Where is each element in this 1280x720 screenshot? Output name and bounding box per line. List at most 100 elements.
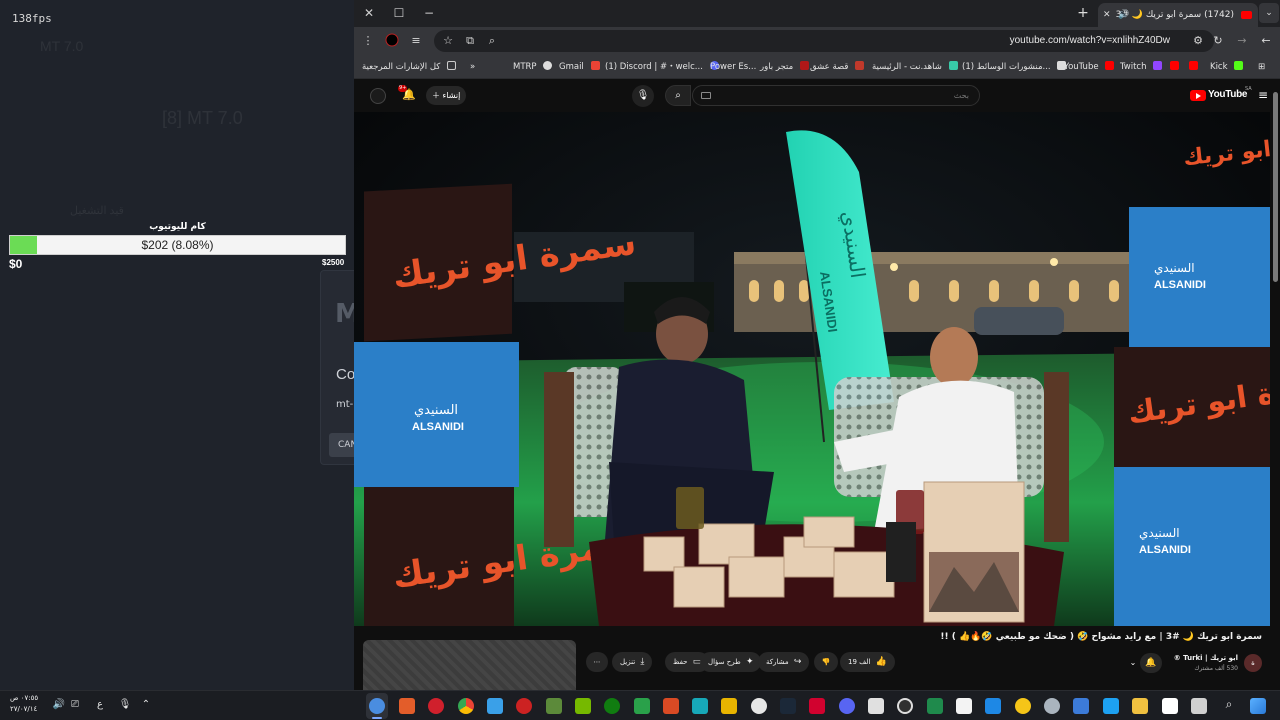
voice-search-icon[interactable]: 🎙 — [632, 85, 654, 107]
video-player[interactable]: سمرة ابو تريك سمرة ابو تريك السنيدي ALSA… — [354, 112, 1270, 626]
channel-name[interactable]: ابو تريك | Turki ® — [1174, 654, 1238, 662]
tray-overflow-chevron-icon[interactable]: ⌃ — [139, 698, 153, 712]
right-crate-stack: السنيدي ALSANIDI سمرة ابو تريك السنيدي A… — [1114, 207, 1270, 626]
reload-icon[interactable]: ↻ — [1210, 33, 1226, 49]
bookmark-gmail[interactable]: Gmail — [559, 55, 600, 79]
edge-taskbar-icon[interactable] — [1103, 698, 1119, 714]
file-taskbar-icon[interactable] — [956, 698, 972, 714]
nvidia-taskbar-icon[interactable] — [575, 698, 591, 714]
subscription-bell-button[interactable]: 🔔 — [1140, 653, 1162, 673]
game-launcher-taskbar-icon[interactable] — [663, 698, 679, 714]
bookmark-x-posts[interactable]: (1) منشورات الوسائط... — [962, 55, 1067, 79]
tab-list-button[interactable]: ⌄ — [1259, 3, 1279, 23]
zoom-icon[interactable]: ⌕ — [484, 33, 500, 49]
ask-button[interactable]: طرح سؤال ✦ — [700, 652, 762, 672]
network-icon[interactable]: ⎚ — [68, 698, 82, 712]
page-scrollbar[interactable] — [1273, 92, 1278, 282]
bookmark-youtube-red-1[interactable] — [1166, 55, 1179, 79]
bookmark-power-store[interactable]: متجر باور — [760, 55, 809, 79]
bookmark-qissat-ishq[interactable]: قصة عشق — [810, 55, 865, 79]
bookmark-discord[interactable]: (1) Discord | #・welc... — [605, 55, 719, 79]
thumbs-up-icon: 👍 — [875, 657, 887, 667]
youtube-logo[interactable]: YouTube SA — [1190, 86, 1252, 103]
search-input[interactable]: بحث — [692, 85, 980, 106]
microsoft-store-taskbar-icon[interactable] — [487, 698, 503, 714]
search-button[interactable]: ⌕ — [665, 85, 691, 106]
bookmark-all[interactable]: كل الإشارات المرجعية — [362, 55, 457, 79]
reading-list-icon[interactable]: ≡ — [408, 33, 424, 49]
plus-icon: + — [1077, 5, 1089, 21]
bookmark-power-es[interactable]: Power Es... — [710, 55, 756, 79]
task-view-taskbar-icon[interactable] — [1191, 698, 1207, 714]
tab-audio-icon[interactable]: 🔊 — [1118, 3, 1129, 27]
translate-icon[interactable]: ⧉ — [462, 33, 478, 49]
xbox-taskbar-icon[interactable] — [604, 698, 620, 714]
next-video-preview[interactable] — [363, 640, 576, 690]
extension-icon[interactable] — [384, 33, 400, 49]
back-icon[interactable]: ← — [1258, 33, 1274, 49]
bookmark-twitch[interactable]: Twitch — [1120, 55, 1163, 79]
bookmarks-overflow-button[interactable]: » — [470, 55, 475, 79]
vscode-taskbar-icon[interactable] — [927, 698, 943, 714]
bookmark-kick[interactable]: Kick — [1210, 55, 1244, 79]
close-window-button[interactable]: ✕ — [358, 4, 380, 22]
like-button[interactable]: 19 الف 👍 — [840, 652, 895, 672]
spotify-taskbar-icon[interactable] — [634, 698, 650, 714]
chrome-beta-taskbar-icon[interactable] — [369, 698, 385, 714]
browser-window: ✕ ☐ − + ✕ 🔊 (1742) سمرة ابو تريك 🌙 #3 ⌄ — [354, 0, 1280, 690]
system-settings-taskbar-icon[interactable] — [1044, 698, 1060, 714]
maximize-window-button[interactable]: ☐ — [388, 4, 410, 22]
dislike-button[interactable]: 👎 — [814, 652, 838, 672]
taskbar-clock[interactable]: ٠٧:٥٥ ص ٢٧/٠٧/١٤ — [10, 693, 44, 715]
address-bar[interactable]: ☆ ⧉ ⌕ youtube.com/watch?v=xnlihhZ40Dw ⚙ — [434, 30, 1214, 52]
chrome-taskbar-icon[interactable] — [458, 698, 474, 714]
keyboard-icon[interactable] — [701, 92, 711, 99]
address-bar-url[interactable]: youtube.com/watch?v=xnlihhZ40Dw — [1010, 30, 1170, 52]
bookmark-shahid[interactable]: شاهد.نت - الرئيسية — [872, 55, 958, 79]
crate-brand-ar-right-1: السنيدي — [1154, 261, 1195, 275]
emoji-app-taskbar-icon[interactable] — [1015, 698, 1031, 714]
microphone-icon[interactable]: 🎙 — [118, 698, 132, 712]
create-button[interactable]: ＋ إنشاء — [426, 86, 466, 105]
obs-taskbar-icon[interactable] — [516, 698, 532, 714]
minecraft-taskbar-icon[interactable] — [546, 698, 562, 714]
rockstar-taskbar-icon[interactable] — [721, 698, 737, 714]
forward-icon[interactable]: → — [1234, 33, 1250, 49]
volume-icon[interactable]: 🔊 — [52, 698, 66, 712]
outlook-taskbar-icon[interactable] — [985, 698, 1001, 714]
more-actions-button[interactable]: ⋯ — [586, 652, 608, 672]
file-explorer-taskbar-icon[interactable] — [1132, 698, 1148, 714]
brave-taskbar-icon[interactable] — [399, 698, 415, 714]
download-button[interactable]: تنزيل ⤓ — [612, 652, 653, 672]
tab-youtube-video[interactable]: ✕ 🔊 (1742) سمرة ابو تريك 🌙 #3 — [1098, 3, 1258, 27]
settings-taskbar-icon[interactable] — [751, 698, 767, 714]
input-language[interactable]: ع — [93, 698, 107, 712]
account-avatar[interactable] — [370, 88, 386, 104]
discord-taskbar-icon[interactable] — [839, 698, 855, 714]
bookmark-mtrp[interactable]: MTRP — [513, 55, 553, 79]
channel-avatar[interactable]: ة — [1244, 654, 1262, 672]
valorant-taskbar-icon[interactable] — [809, 698, 825, 714]
start-menu-icon[interactable] — [1250, 698, 1266, 714]
opera-taskbar-icon[interactable] — [428, 698, 444, 714]
subscription-options-chevron[interactable]: ⌄ — [1126, 653, 1140, 673]
bookmark-star-icon[interactable]: ☆ — [440, 33, 456, 49]
apps-grid-button[interactable]: ⊞ — [1258, 55, 1265, 79]
word-taskbar-icon[interactable] — [1073, 698, 1089, 714]
hamburger-menu-icon[interactable]: ≡ — [1256, 88, 1270, 102]
bell-icon: 🔔 — [1145, 658, 1157, 668]
bookmark-youtube-red-2[interactable] — [1185, 55, 1198, 79]
notepad-taskbar-icon[interactable] — [1162, 698, 1178, 714]
minimize-window-button[interactable]: − — [418, 4, 440, 22]
browser-menu-icon[interactable]: ⋮ — [360, 33, 376, 49]
tab-close-icon[interactable]: ✕ — [1103, 3, 1111, 27]
bookmark-youtube[interactable]: YouTube — [1064, 55, 1115, 79]
steam-taskbar-icon[interactable] — [780, 698, 796, 714]
new-tab-button[interactable]: + — [1074, 4, 1092, 22]
search-app-taskbar-icon[interactable] — [897, 698, 913, 714]
capcut-taskbar-icon[interactable] — [868, 698, 884, 714]
share-button[interactable]: مشاركة ↪ — [758, 652, 810, 672]
app-taskbar-icon[interactable] — [692, 698, 708, 714]
site-settings-icon[interactable]: ⚙ — [1190, 33, 1206, 49]
search-icon[interactable]: ⌕ — [1222, 697, 1236, 711]
